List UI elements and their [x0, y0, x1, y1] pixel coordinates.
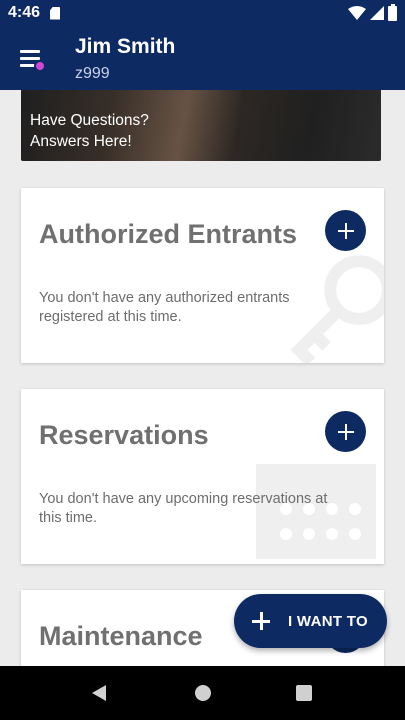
dashboard-scroll[interactable]: Have Questions? Answers Here! Authorized…: [0, 90, 405, 666]
home-icon[interactable]: [195, 685, 211, 701]
card-title: Maintenance: [39, 621, 203, 651]
add-reservation-button[interactable]: [325, 411, 366, 452]
app-bar: Jim Smith z999: [0, 26, 405, 90]
system-nav-bar: [0, 666, 405, 720]
user-id: z999: [75, 65, 110, 82]
help-banner[interactable]: Have Questions? Answers Here!: [21, 90, 381, 161]
authorized-entrants-card[interactable]: Authorized Entrants You don't have any a…: [21, 188, 384, 363]
banner-text: Have Questions? Answers Here!: [30, 112, 149, 150]
status-bar: 4:46: [0, 0, 405, 26]
recent-apps-icon[interactable]: [296, 685, 312, 701]
card-title: Authorized Entrants: [39, 219, 298, 249]
plus-icon: [252, 612, 270, 630]
i-want-to-button[interactable]: I WANT TO: [234, 594, 387, 648]
sd-card-icon: [50, 6, 61, 20]
hamburger-menu-icon[interactable]: [18, 46, 46, 72]
status-icons: [348, 3, 397, 21]
back-icon[interactable]: [92, 685, 106, 701]
notification-dot: [34, 60, 46, 72]
wifi-icon: [348, 6, 366, 20]
card-body: You don't have any upcoming reservations…: [39, 491, 328, 526]
add-entrant-button[interactable]: [325, 210, 366, 251]
status-time: 4:46: [8, 4, 41, 21]
fab-label: I WANT TO: [288, 612, 368, 630]
user-name: Jim Smith: [75, 35, 176, 58]
battery-icon: [388, 3, 397, 21]
reservations-card[interactable]: Reservations You don't have any upcoming…: [21, 389, 384, 564]
plus-icon: [337, 222, 354, 239]
card-title: Reservations: [39, 420, 209, 450]
card-body: You don't have any authorized entrants r…: [39, 290, 290, 325]
signal-icon: [370, 6, 384, 20]
plus-icon: [337, 423, 354, 440]
